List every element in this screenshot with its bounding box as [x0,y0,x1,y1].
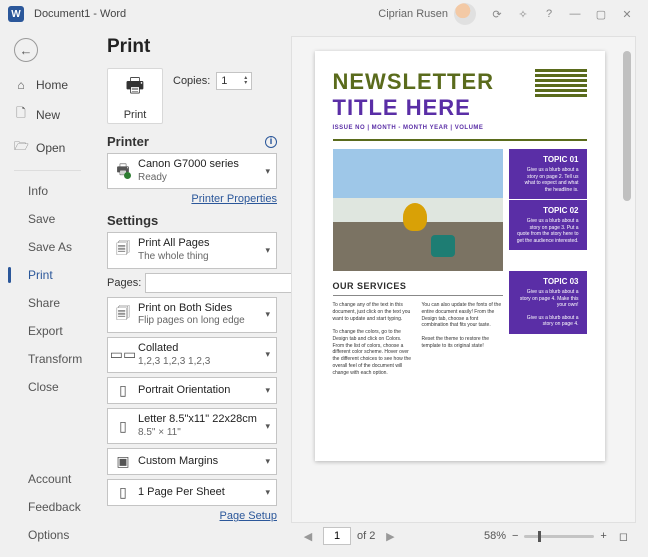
nav-home[interactable]: ⌂ Home [0,72,95,98]
nav-export[interactable]: Export [0,317,95,345]
chevron-down-icon: ▾ [265,421,270,432]
open-folder-icon: 🗁 [14,137,28,158]
page-title: Print [107,36,277,58]
chevron-down-icon: ▾ [265,245,270,256]
nav-save-as[interactable]: Save As [0,233,95,261]
duplex-icon: 🗐 [114,303,132,327]
help-icon[interactable]: ? [536,3,562,25]
nav-label: New [36,108,60,122]
nav-new[interactable]: 🗋 New [0,98,95,131]
minimize-icon[interactable]: — [562,3,588,25]
current-page-input[interactable] [323,527,351,545]
nav-share[interactable]: Share [0,289,95,317]
nav-label: Home [36,78,68,92]
nav-info[interactable]: Info [0,177,95,205]
user-avatar[interactable] [454,3,476,25]
nav-save[interactable]: Save [0,205,95,233]
zoom-in-button[interactable]: + [600,530,606,542]
nav-transform[interactable]: Transform [0,345,95,373]
preview-page: NEWSLETTER TITLE HERE ISSUE NO | MONTH -… [315,51,605,461]
paper-icon: ▯ [114,418,132,435]
pages-per-sheet-dropdown[interactable]: ▯ 1 Page Per Sheet ▾ [107,479,277,506]
maximize-icon[interactable]: ▢ [588,3,614,25]
home-icon: ⌂ [14,78,28,92]
nav-close[interactable]: Close [0,373,95,401]
printer-icon: 🖶 [126,71,145,105]
page-total: of 2 [357,530,375,542]
collate-dropdown[interactable]: ▭▭ Collated1,2,3 1,2,3 1,2,3 ▾ [107,337,277,373]
preview-scrollbar[interactable] [623,51,631,508]
nav-open[interactable]: 🗁 Open [0,131,95,164]
printer-status: Ready [138,172,259,185]
chevron-down-icon: ▾ [265,166,270,177]
newsletter-title-2: TITLE HERE [333,95,495,121]
chevron-down-icon: ▾ [265,456,270,467]
portrait-icon: ▯ [114,382,132,399]
copies-spinner[interactable]: 1 ▴▾ [216,72,252,90]
printer-properties-link[interactable]: Printer Properties [107,193,277,205]
printer-info-icon[interactable]: i [265,136,277,148]
chevron-down-icon: ▾ [265,385,270,396]
page-setup-link[interactable]: Page Setup [107,510,277,522]
nav-label: Open [36,141,65,155]
preview-canvas: NEWSLETTER TITLE HERE ISSUE NO | MONTH -… [291,36,636,523]
printer-name: Canon G7000 series [138,158,259,172]
print-button-label: Print [124,109,147,121]
zoom-slider[interactable] [524,535,594,538]
chevron-down-icon: ▾ [265,487,270,498]
collate-icon: ▭▭ [114,346,132,363]
nav-account[interactable]: Account [0,465,95,493]
app-icon: W [8,6,24,22]
margins-dropdown[interactable]: ▣ Custom Margins ▾ [107,448,277,475]
close-icon[interactable]: ✕ [614,3,640,25]
orientation-dropdown[interactable]: ▯ Portrait Orientation ▾ [107,377,277,404]
printer-dropdown[interactable]: 🖶 Canon G7000 seriesReady ▾ [107,153,277,189]
fit-page-button[interactable]: ◻ [619,530,628,543]
next-page-button[interactable]: ▶ [381,530,399,543]
topic-card-3: TOPIC 03 Give us a blurb about a story o… [509,271,587,334]
nav-options[interactable]: Options [0,521,95,549]
print-range-dropdown[interactable]: 🗐 Print All PagesThe whole thing ▾ [107,232,277,268]
sync-icon[interactable]: ⟳ [484,3,510,25]
hero-image [333,149,503,271]
newsletter-title-1: NEWSLETTER [333,69,495,95]
copies-value: 1 [221,75,227,87]
printer-device-icon: 🖶 [114,159,132,183]
services-heading: OUR SERVICES [333,281,503,291]
chevron-down-icon: ▾ [265,309,270,320]
sheet-icon: ▯ [114,484,132,501]
nav-print[interactable]: Print [0,261,95,289]
copies-label: Copies: [173,75,210,87]
margins-icon: ▣ [114,453,132,470]
duplex-dropdown[interactable]: 🗐 Print on Both SidesFlip pages on long … [107,297,277,333]
printer-header: Printer [107,134,149,149]
zoom-value: 58% [484,530,506,542]
nav-feedback[interactable]: Feedback [0,493,95,521]
chevron-down-icon: ▾ [265,349,270,360]
settings-header: Settings [107,213,158,228]
topic-card-2: TOPIC 02Give us a blurb about a story on… [509,200,587,250]
zoom-out-button[interactable]: − [512,530,518,542]
user-name: Ciprian Rusen [378,8,448,20]
prev-page-button[interactable]: ◀ [299,530,317,543]
pages-input[interactable] [145,273,297,293]
paper-size-dropdown[interactable]: ▯ Letter 8.5"x11" 22x28cm8.5" × 11" ▾ [107,408,277,444]
print-button[interactable]: 🖶 Print [107,68,163,124]
back-button[interactable]: ← [14,38,38,62]
document-title: Document1 - Word [34,8,126,20]
topic-card-1: TOPIC 01Give us a blurb about a story on… [509,149,587,199]
new-doc-icon: 🗋 [14,104,28,125]
pages-label: Pages: [107,277,141,289]
notifications-icon[interactable]: ✧ [510,3,536,25]
decorative-bars [535,69,587,97]
issue-line: ISSUE NO | MONTH - MONTH YEAR | VOLUME [333,125,587,131]
pages-icon: 🗐 [114,238,132,262]
